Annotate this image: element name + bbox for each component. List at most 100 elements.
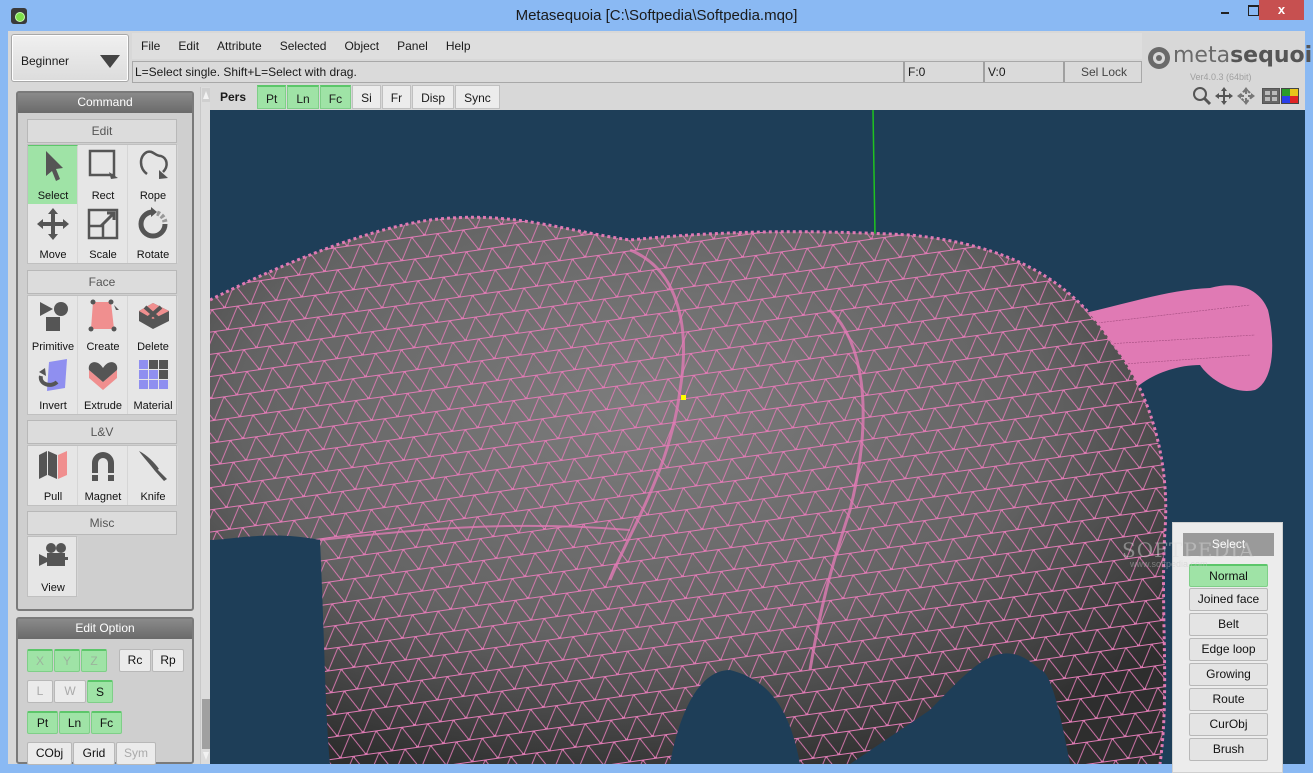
tool-label: Invert: [39, 400, 67, 412]
menu-edit[interactable]: Edit: [169, 35, 208, 59]
rotate-view-icon[interactable]: [1236, 86, 1256, 106]
rp-button[interactable]: Rp: [152, 649, 184, 672]
scroll-up-icon[interactable]: [202, 88, 210, 102]
tool-view[interactable]: View: [28, 537, 78, 596]
tool-label: Rotate: [136, 249, 170, 261]
menu-file[interactable]: File: [132, 35, 169, 59]
select-curobj[interactable]: CurObj: [1189, 713, 1268, 736]
grid-toggle[interactable]: Grid: [73, 742, 115, 765]
logo-text-light: meta: [1173, 43, 1231, 68]
left-panel-scrollbar[interactable]: [200, 87, 210, 764]
tool-create[interactable]: Create: [78, 296, 128, 355]
material-icon: [139, 360, 168, 389]
rope-select-icon: [139, 150, 168, 179]
layout-grid-icon[interactable]: [1262, 88, 1280, 104]
misc-tools: View: [27, 536, 78, 597]
tool-material[interactable]: Material: [128, 355, 178, 414]
group-header-edit: Edit: [27, 119, 177, 143]
menu-attribute[interactable]: Attribute: [208, 35, 271, 59]
move-view-icon[interactable]: [1214, 86, 1234, 106]
show-points-toggle[interactable]: Pt: [257, 85, 287, 109]
tool-label: Rope: [139, 190, 167, 202]
tool-primitive[interactable]: Primitive: [28, 296, 78, 355]
world-toggle[interactable]: W: [54, 680, 86, 703]
zoom-icon[interactable]: [1192, 86, 1212, 106]
view-tools: [1192, 86, 1256, 106]
tool-pull[interactable]: Pull: [28, 446, 78, 505]
scale-icon: [87, 208, 119, 240]
tool-rotate[interactable]: Rotate: [128, 204, 178, 263]
tool-delete[interactable]: Delete: [128, 296, 178, 355]
pull-icon: [39, 451, 67, 479]
silhouette-toggle[interactable]: Si: [352, 85, 381, 109]
face-count: F:0: [903, 62, 983, 82]
select-brush[interactable]: Brush: [1189, 738, 1268, 761]
menu-object[interactable]: Object: [335, 35, 388, 59]
face-toggle[interactable]: Fc: [91, 711, 122, 734]
layout-toggles: [1262, 88, 1299, 104]
magnet-icon: [92, 452, 114, 481]
select-growing[interactable]: Growing: [1189, 663, 1268, 686]
select-route[interactable]: Route: [1189, 688, 1268, 711]
show-faces-toggle[interactable]: Fc: [319, 85, 352, 109]
tool-rope[interactable]: Rope: [128, 145, 178, 204]
title-bar: Metasequoia [C:\Softpedia\Softpedia.mqo]…: [0, 0, 1313, 32]
axis-z-toggle[interactable]: Z: [81, 649, 107, 672]
menu-help[interactable]: Help: [437, 35, 480, 59]
select-edge-loop[interactable]: Edge loop: [1189, 638, 1268, 661]
tool-label: Create: [86, 341, 120, 353]
display-button[interactable]: Disp: [412, 85, 455, 109]
symmetry-toggle[interactable]: Sym: [116, 742, 156, 765]
rc-button[interactable]: Rc: [119, 649, 151, 672]
close-button[interactable]: x: [1259, 0, 1304, 20]
select-joined-face[interactable]: Joined face: [1189, 588, 1268, 611]
window-title: Metasequoia [C:\Softpedia\Softpedia.mqo]: [515, 7, 798, 24]
y-axis-line: [872, 110, 876, 236]
menu-panel[interactable]: Panel: [388, 35, 437, 59]
tool-label: Scale: [89, 249, 117, 261]
tool-rect[interactable]: Rect: [78, 145, 128, 204]
tool-move[interactable]: Move: [28, 204, 78, 263]
tool-label: Pull: [43, 491, 63, 503]
command-panel-title: Command: [18, 93, 192, 113]
current-object-toggle[interactable]: CObj: [27, 742, 72, 765]
vertex-count: V:0: [983, 62, 1063, 82]
tool-label: Delete: [137, 341, 169, 353]
3d-viewport[interactable]: [210, 110, 1305, 764]
version-label: Ver4.0.3 (64bit): [1190, 72, 1252, 82]
tool-label: Primitive: [31, 341, 75, 353]
tool-label: Select: [37, 190, 69, 202]
front-toggle[interactable]: Fr: [381, 85, 412, 109]
tool-knife[interactable]: Knife: [128, 446, 178, 505]
viewport-toolbar: Pers Pt Ln Fc Si Fr Disp Sync: [211, 85, 501, 109]
screen-toggle[interactable]: S: [87, 680, 113, 703]
axis-y-toggle[interactable]: Y: [54, 649, 80, 672]
minimize-button[interactable]: [1213, 0, 1239, 20]
mode-dropdown[interactable]: Beginner: [11, 34, 129, 82]
tool-label: Magnet: [84, 491, 122, 503]
tool-magnet[interactable]: Magnet: [78, 446, 128, 505]
status-message: L=Select single. Shift+L=Select with dra…: [135, 65, 357, 79]
edit-tools: Select Rect Rope Move Scale Rotate: [27, 144, 178, 264]
viewport-canvas: [210, 110, 1273, 764]
projection-pers[interactable]: Pers: [211, 85, 256, 109]
sel-lock-button[interactable]: Sel Lock: [1063, 62, 1143, 82]
sync-button[interactable]: Sync: [455, 85, 500, 109]
color-layout-icon[interactable]: [1281, 88, 1299, 104]
line-toggle[interactable]: Ln: [59, 711, 90, 734]
axis-x-toggle[interactable]: X: [27, 649, 53, 672]
point-toggle[interactable]: Pt: [27, 711, 58, 734]
menu-selected[interactable]: Selected: [271, 35, 336, 59]
delete-face-icon: [139, 303, 169, 329]
tool-extrude[interactable]: Extrude: [78, 355, 128, 414]
tool-scale[interactable]: Scale: [78, 204, 128, 263]
tool-select[interactable]: Select: [28, 145, 78, 204]
scroll-thumb[interactable]: [202, 699, 210, 749]
local-toggle[interactable]: L: [27, 680, 53, 703]
scroll-down-icon[interactable]: [202, 749, 210, 763]
select-belt[interactable]: Belt: [1189, 613, 1268, 636]
tool-label: Move: [39, 249, 67, 261]
tool-invert[interactable]: Invert: [28, 355, 78, 414]
show-lines-toggle[interactable]: Ln: [287, 85, 319, 109]
logo-text: metasequoia4: [1173, 43, 1313, 68]
